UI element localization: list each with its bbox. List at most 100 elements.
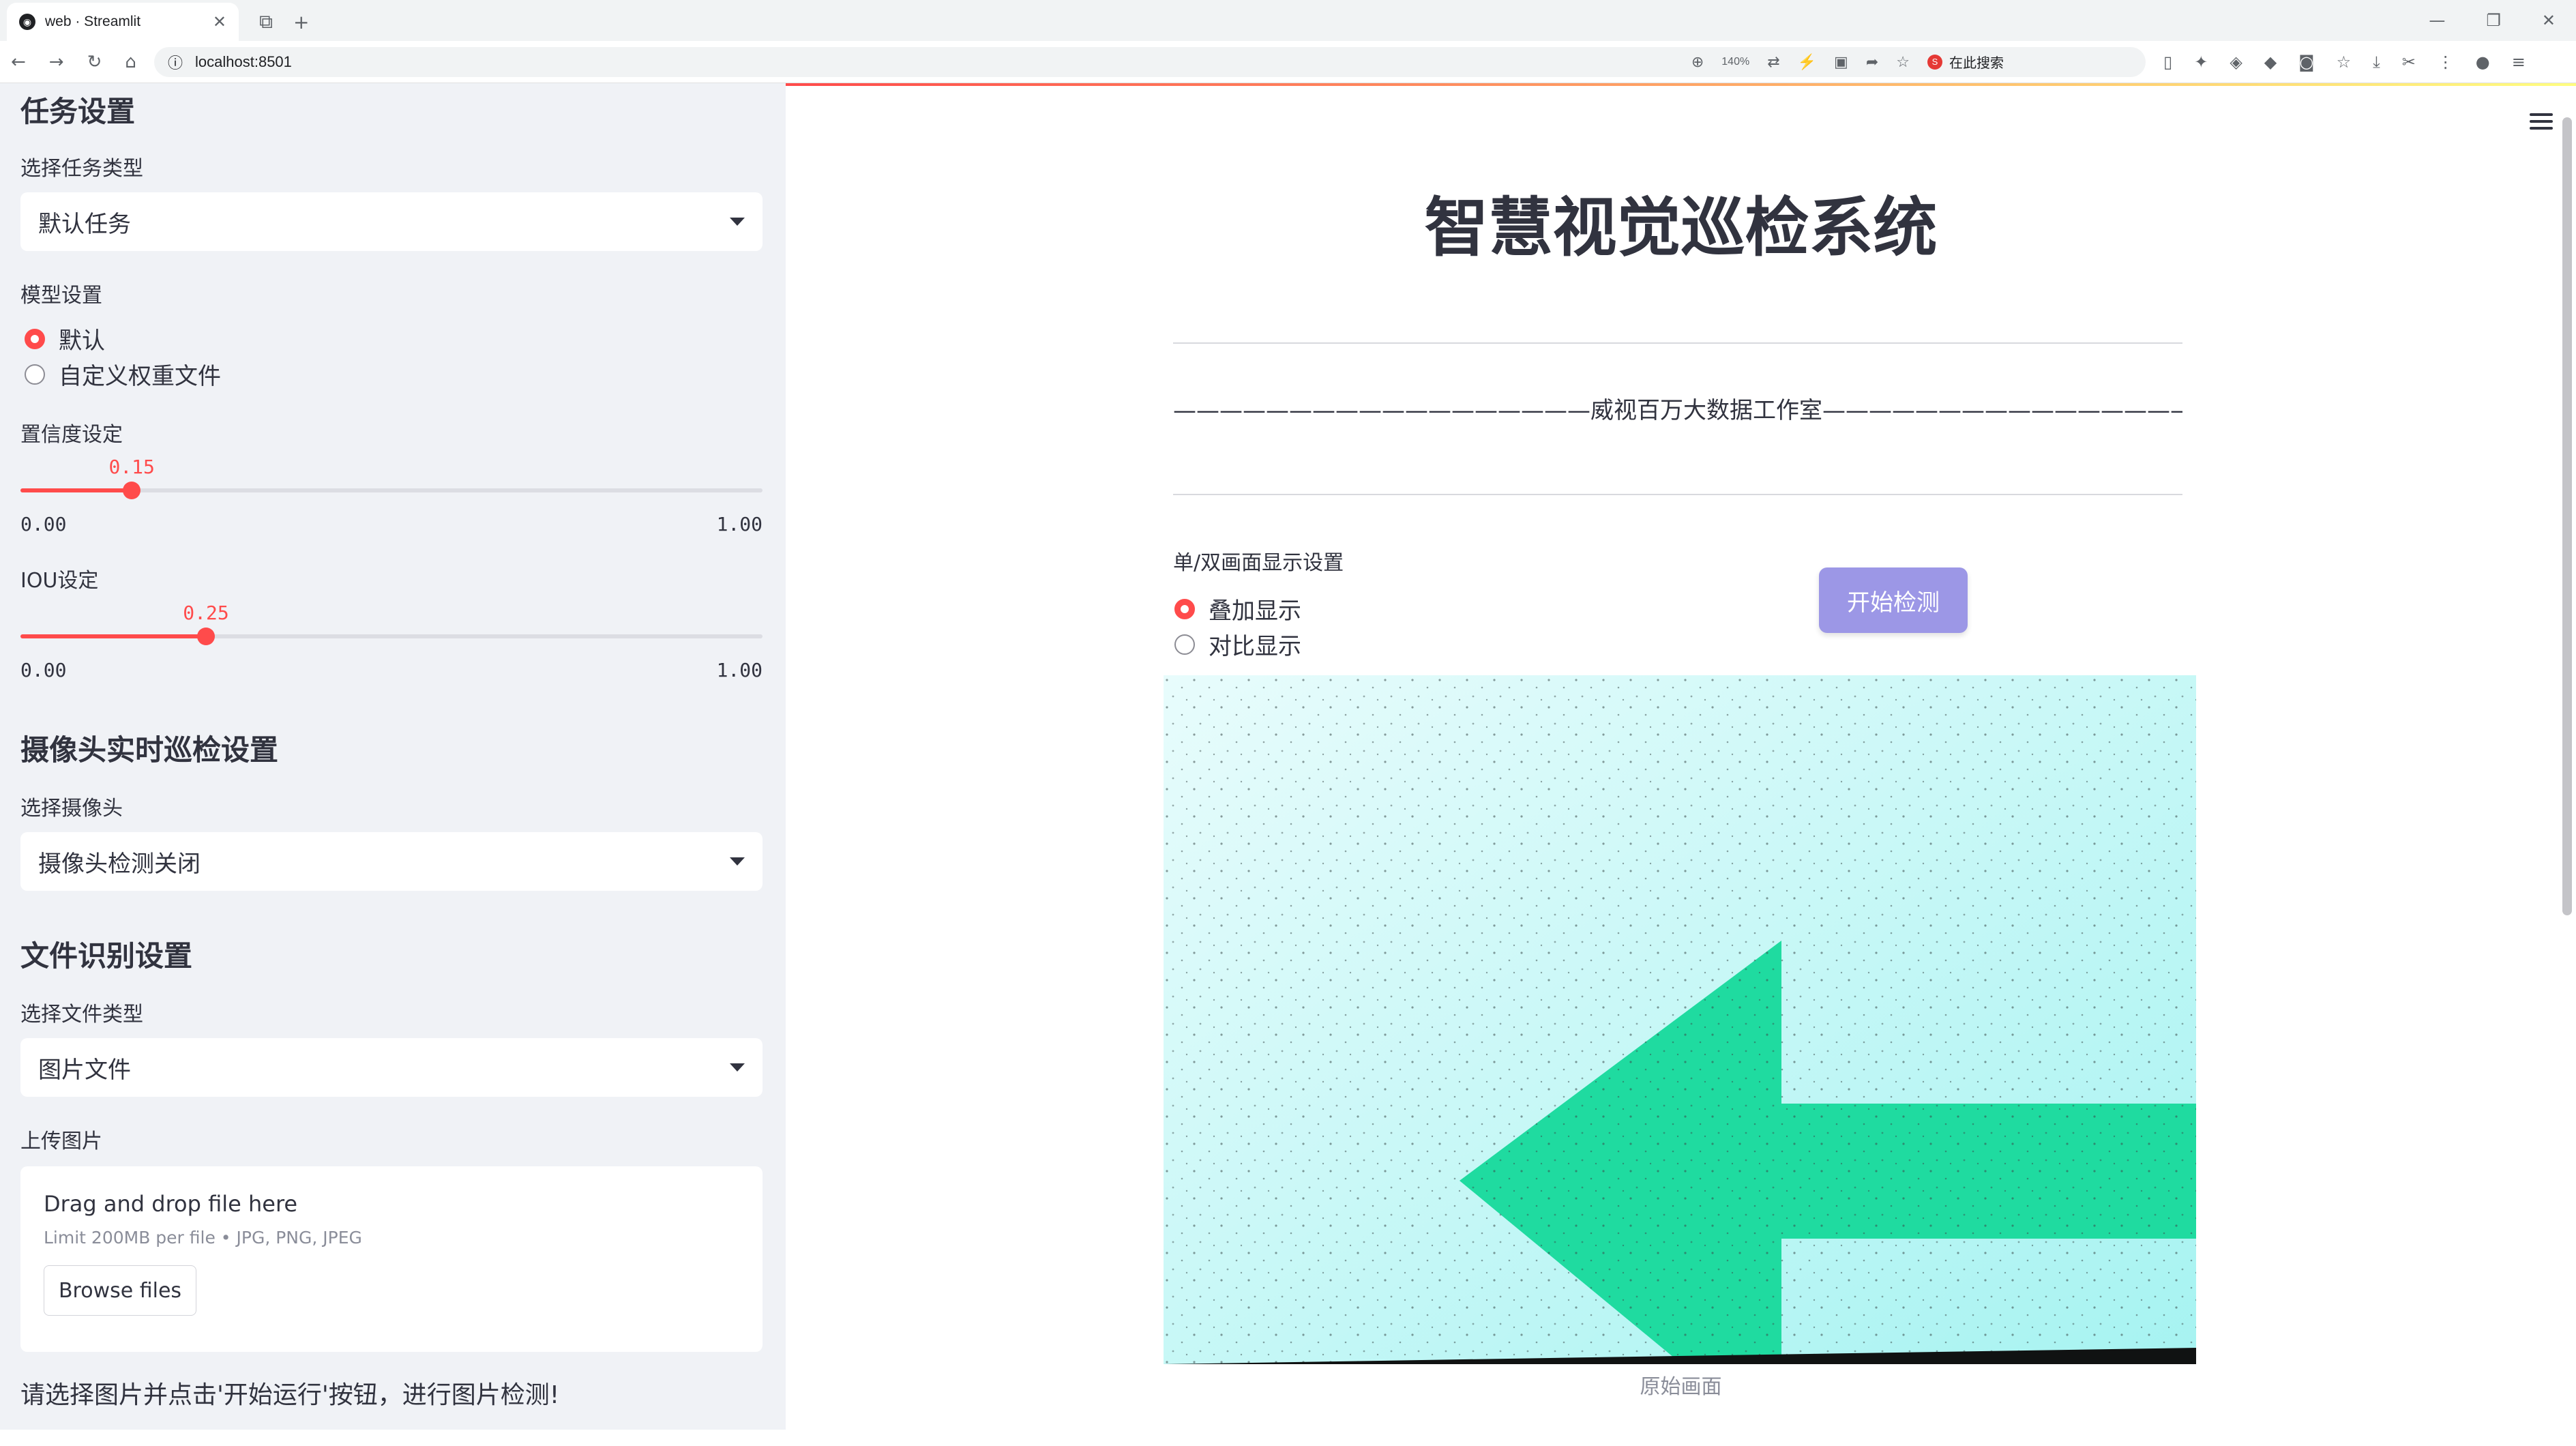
- share-icon[interactable]: ➦: [1866, 53, 1878, 71]
- slider-fill: [20, 488, 132, 492]
- radio-unselected-icon[interactable]: [1174, 634, 1195, 655]
- upload-label: 上传图片: [20, 1130, 102, 1153]
- confidence-label: 置信度设定: [20, 423, 123, 447]
- slider-fill: [20, 634, 206, 638]
- browse-files-button[interactable]: Browse files: [44, 1265, 196, 1316]
- slider-min: 0.00: [20, 513, 67, 535]
- detection-image: [1164, 675, 2196, 1446]
- model-radio-custom[interactable]: 自定义权重文件: [25, 357, 221, 391]
- menu-icon[interactable]: ≡: [2512, 53, 2526, 72]
- radio-selected-icon[interactable]: [25, 328, 45, 349]
- site-info-icon[interactable]: ⓘ: [168, 51, 183, 73]
- camera-value: 摄像头检测关闭: [38, 850, 201, 878]
- extension-icons: ▯ ✦ ◈ ◆ ◙ ☆ ⤓ ✂ ⋮ ● ≡: [2163, 53, 2526, 72]
- radio-label: 默认: [59, 327, 105, 355]
- iou-slider[interactable]: 0.25 0.00 1.00: [20, 602, 763, 683]
- model-settings-label: 模型设置: [20, 284, 102, 308]
- task-type-select[interactable]: 默认任务: [20, 192, 763, 251]
- url-text[interactable]: localhost:8501: [195, 53, 1679, 71]
- zoom-level[interactable]: 140%: [1721, 56, 1749, 68]
- favorites-icon[interactable]: ☆: [2337, 53, 2352, 72]
- slider-value: 0.25: [183, 602, 229, 624]
- search-engine-logo-icon: S: [1927, 54, 1942, 70]
- close-window-icon[interactable]: ✕: [2542, 11, 2556, 30]
- bookmark-star-icon[interactable]: ☆: [1896, 53, 1910, 71]
- radio-label: 自定义权重文件: [59, 363, 221, 390]
- radio-selected-icon[interactable]: [1174, 598, 1195, 619]
- radio-label: 叠加显示: [1209, 597, 1301, 625]
- divider: [1173, 342, 2182, 344]
- slider-thumb[interactable]: [123, 482, 141, 499]
- home-icon[interactable]: ⌂: [125, 52, 136, 72]
- minimize-icon[interactable]: —: [2429, 11, 2445, 30]
- iou-label: IOU设定: [20, 569, 99, 593]
- chevron-down-icon: [730, 857, 745, 866]
- confidence-slider[interactable]: 0.15 0.00 1.00: [20, 456, 763, 537]
- slider-max: 1.00: [716, 659, 763, 681]
- image-noise: [1164, 675, 2196, 1364]
- extension-icon[interactable]: ◈: [2230, 53, 2242, 72]
- streamlit-favicon-icon: ◉: [19, 14, 35, 30]
- tab-close-icon[interactable]: ✕: [213, 12, 226, 32]
- task-type-value: 默认任务: [38, 210, 131, 238]
- main-content: 智慧视觉巡检系统 ——————————————————威视百万大数据工作室———…: [786, 83, 2576, 1430]
- extension-icon[interactable]: ✦: [2194, 53, 2208, 72]
- browser-tab-bar: ◉ web · Streamlit ✕ ⧉ +: [0, 0, 2576, 41]
- tab-title: web · Streamlit: [45, 14, 141, 29]
- nav-buttons: ← → ↻ ⌂: [11, 52, 154, 72]
- lightning-icon[interactable]: ⚡: [1798, 53, 1816, 71]
- more-icon[interactable]: ⋮: [2438, 53, 2454, 72]
- divider: [1173, 494, 2182, 495]
- model-radio-default[interactable]: 默认: [25, 322, 105, 355]
- reader-icon[interactable]: ▣: [1834, 53, 1848, 71]
- studio-banner: ——————————————————威视百万大数据工作室————————————…: [1173, 397, 2182, 424]
- slider-thumb[interactable]: [197, 628, 215, 645]
- camera-select[interactable]: 摄像头检测关闭: [20, 832, 763, 891]
- task-settings-heading: 任务设置: [20, 95, 136, 128]
- upload-limit: Limit 200MB per file • JPG, PNG, JPEG: [44, 1228, 362, 1248]
- camera-label: 选择摄像头: [20, 797, 123, 821]
- search-engine-box[interactable]: S 在此搜索: [1927, 52, 2132, 72]
- back-icon[interactable]: ←: [11, 52, 26, 72]
- file-settings-heading: 文件识别设置: [20, 939, 193, 973]
- hamburger-menu-icon[interactable]: [2530, 109, 2553, 134]
- display-mode-label: 单/双画面显示设置: [1173, 551, 1344, 575]
- task-type-label: 选择任务类型: [20, 157, 143, 181]
- display-radio-overlay[interactable]: 叠加显示: [1174, 592, 1301, 625]
- restore-icon[interactable]: ❐: [2486, 11, 2501, 30]
- display-radio-compare[interactable]: 对比显示: [1174, 628, 1301, 661]
- extension-icon[interactable]: ◆: [2264, 53, 2277, 72]
- file-uploader-dropzone[interactable]: Drag and drop file here Limit 200MB per …: [20, 1166, 763, 1352]
- radio-unselected-icon[interactable]: [25, 364, 45, 385]
- tab-tools: ⧉ +: [239, 3, 309, 41]
- arrow-sign-image: [1164, 675, 2196, 1364]
- new-tab-icon[interactable]: +: [293, 11, 309, 33]
- browser-tab[interactable]: ◉ web · Streamlit ✕: [7, 3, 239, 41]
- slider-max: 1.00: [716, 513, 763, 535]
- screenshot-icon[interactable]: ✂: [2402, 53, 2416, 72]
- file-type-label: 选择文件类型: [20, 1003, 143, 1027]
- address-bar-row: ← → ↻ ⌂ ⓘ localhost:8501 ⊕ 140% ⇄ ⚡ ▣ ➦ …: [0, 41, 2576, 83]
- url-box[interactable]: ⓘ localhost:8501 ⊕ 140% ⇄ ⚡ ▣ ➦ ☆ S 在此搜索: [154, 46, 2146, 77]
- zoom-icon[interactable]: ⊕: [1691, 53, 1704, 71]
- sidebar-tip: 请选择图片并点击'开始运行'按钮，进行图片检测!: [20, 1381, 560, 1409]
- top-decoration-bar: [786, 83, 2576, 86]
- extension-icon[interactable]: ◙: [2298, 53, 2314, 72]
- slider-value: 0.15: [108, 456, 155, 478]
- window-controls: — ❐ ✕: [2429, 0, 2556, 41]
- reload-icon[interactable]: ↻: [87, 52, 102, 72]
- search-placeholder: 在此搜索: [1949, 56, 2004, 71]
- translate-icon[interactable]: ⇄: [1767, 53, 1779, 71]
- page-title: 智慧视觉巡检系统: [1424, 191, 1938, 265]
- download-icon[interactable]: ⤓: [2373, 53, 2380, 72]
- start-detection-button[interactable]: 开始检测: [1819, 567, 1968, 633]
- file-type-select[interactable]: 图片文件: [20, 1038, 763, 1097]
- phone-icon[interactable]: ▯: [2163, 53, 2172, 72]
- tab-search-icon[interactable]: ⧉: [259, 10, 273, 33]
- file-type-value: 图片文件: [38, 1056, 131, 1084]
- camera-settings-heading: 摄像头实时巡检设置: [20, 733, 279, 767]
- chevron-down-icon: [730, 1063, 745, 1072]
- profile-avatar-icon[interactable]: ●: [2476, 53, 2490, 72]
- forward-icon[interactable]: →: [49, 52, 64, 72]
- sidebar: 任务设置 选择任务类型 默认任务 模型设置 默认 自定义权重文件 置信度设定 0…: [0, 83, 786, 1430]
